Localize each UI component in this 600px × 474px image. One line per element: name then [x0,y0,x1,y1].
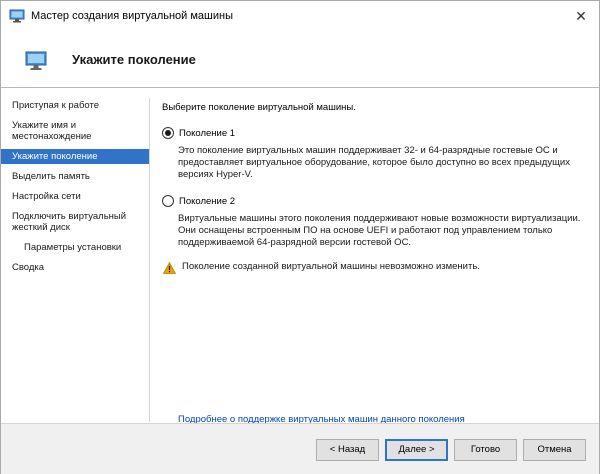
monitor-icon [25,51,47,70]
sidebar-item-networking[interactable]: Настройка сети [1,189,149,204]
next-button[interactable]: Далее > [385,439,448,461]
sidebar-item-name-location[interactable]: Укажите имя и местонахождение [1,118,149,144]
cancel-button[interactable]: Отмена [523,439,586,461]
generation-2-description: Виртуальные машины этого поколения подде… [178,213,581,248]
footer-bar: < Назад Далее > Готово Отмена [1,424,599,474]
sidebar-item-virtual-disk[interactable]: Подключить виртуальный жесткий диск [1,209,149,235]
sidebar-item-memory[interactable]: Выделить память [1,169,149,184]
content-area: Приступая к работе Укажите имя и местона… [1,88,599,425]
main-panel: Выберите поколение виртуальной машины. П… [149,98,599,425]
generation-1-label[interactable]: Поколение 1 [179,128,235,139]
generation-2-radio[interactable] [162,195,174,207]
monitor-icon [9,9,25,23]
warning-icon [163,262,176,274]
close-button[interactable]: ✕ [571,6,591,26]
window-title: Мастер создания виртуальной машины [31,10,233,22]
generation-1-option[interactable]: Поколение 1 [162,127,599,139]
back-button[interactable]: < Назад [316,439,379,461]
page-header: Укажите поколение [1,31,599,86]
title-bar: Мастер создания виртуальной машины ✕ [1,1,599,31]
warning-text: Поколение созданной виртуальной машины н… [182,261,480,272]
generation-2-label[interactable]: Поколение 2 [179,196,235,207]
generation-2-option[interactable]: Поколение 2 [162,195,599,207]
generation-1-radio[interactable] [162,127,174,139]
generation-prompt: Выберите поколение виртуальной машины. [162,102,356,113]
sidebar-item-installation-options[interactable]: Параметры установки [1,240,149,255]
warning-message: Поколение созданной виртуальной машины н… [163,261,599,274]
wizard-steps-sidebar: Приступая к работе Укажите имя и местона… [1,98,149,280]
wizard-window: Мастер создания виртуальной машины ✕ Ука… [0,0,600,474]
generation-1-description: Это поколение виртуальных машин поддержи… [178,145,570,180]
sidebar-item-before-you-begin[interactable]: Приступая к работе [1,98,149,113]
sidebar-item-generation[interactable]: Укажите поколение [1,149,149,164]
page-title: Укажите поколение [72,52,196,67]
sidebar-item-summary[interactable]: Сводка [1,260,149,275]
finish-button[interactable]: Готово [454,439,517,461]
